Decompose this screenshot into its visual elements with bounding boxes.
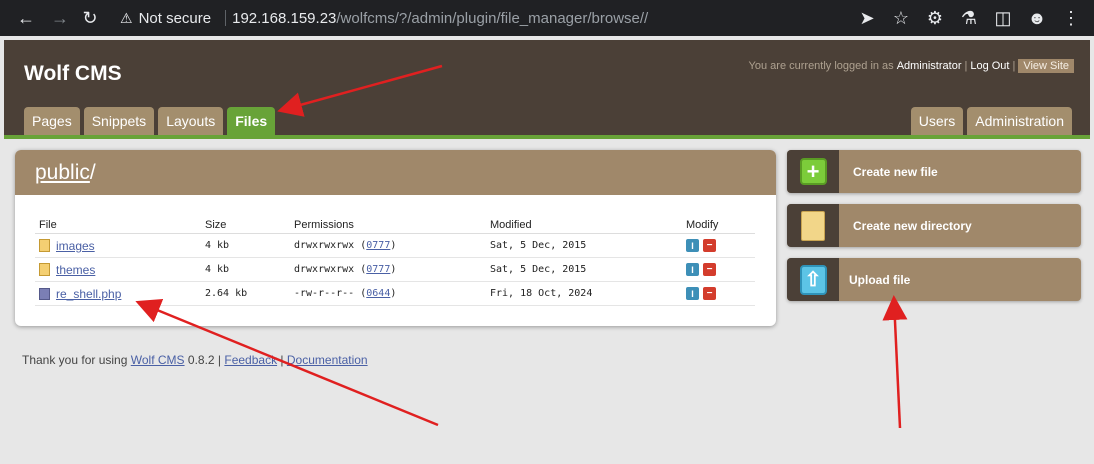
file-link[interactable]: images (56, 239, 95, 253)
file-link[interactable]: re_shell.php (56, 287, 121, 301)
upload-file-button[interactable]: ⇧ Upload file (787, 258, 1081, 301)
footer-prefix: Thank you for using (22, 353, 128, 367)
col-size: Size (201, 216, 290, 234)
tab-pages[interactable]: Pages (24, 107, 80, 135)
file-perm: drwxrwxrwx (294, 240, 355, 251)
back-arrow-icon[interactable]: ← (12, 4, 40, 32)
breadcrumb-public[interactable]: public (35, 161, 90, 185)
breadcrumb-separator: / (89, 160, 96, 184)
site-logo[interactable]: Wolf CMS (24, 62, 122, 86)
table-row: re_shell.php 2.64 kb -rw-r--r-- (0644) F… (35, 281, 755, 306)
file-modified: Sat, 5 Dec, 2015 (486, 233, 682, 258)
chmod-link[interactable]: 0644 (366, 288, 390, 299)
url-host: 192.168.159.23 (232, 9, 337, 27)
rename-icon[interactable]: I (686, 263, 699, 276)
warning-triangle-icon: ⚠ (120, 9, 133, 26)
view-site-button[interactable]: View Site (1018, 59, 1074, 73)
arrow-to-upload (882, 295, 908, 429)
tab-administration[interactable]: Administration (967, 107, 1072, 135)
feedback-link[interactable]: Feedback (224, 353, 277, 367)
col-permissions: Permissions (290, 216, 486, 234)
wolfcms-link[interactable]: Wolf CMS (131, 353, 185, 367)
table-header-row: File Size Permissions Modified Modify (35, 216, 755, 234)
forward-arrow-icon[interactable]: → (46, 4, 74, 32)
folder-icon (39, 239, 50, 252)
php-file-icon (39, 287, 50, 300)
chmod-link[interactable]: 0777 (366, 264, 390, 275)
tab-users[interactable]: Users (910, 107, 964, 135)
col-file: File (35, 216, 201, 234)
footer: Thank you for using Wolf CMS 0.8.2 | Fee… (22, 353, 368, 367)
folder-icon (39, 263, 50, 276)
login-prefix: You are currently logged in as (748, 60, 894, 72)
side-panel-icon[interactable]: ◫ (988, 4, 1018, 32)
icon-frame (787, 204, 839, 247)
breadcrumb: public / (15, 150, 776, 195)
icon-frame: + (787, 150, 839, 193)
folder-icon (801, 210, 825, 241)
tab-snippets[interactable]: Snippets (83, 107, 155, 135)
file-perm: drwxrwxrwx (294, 264, 355, 275)
menu-kebab-icon[interactable]: ⋮ (1056, 4, 1086, 32)
browser-actions: ➤ ☆ ⚙ ⚗ ◫ ☻ ⋮ (852, 4, 1086, 32)
extensions-icon[interactable]: ⚙ (920, 4, 950, 32)
file-perm: -rw-r--r-- (294, 288, 355, 299)
file-link[interactable]: themes (56, 263, 95, 277)
upload-arrow-icon: ⇧ (799, 264, 827, 295)
file-browser-panel: public / File Size Permissions Modified M… (15, 150, 776, 326)
tab-files[interactable]: Files (227, 107, 276, 135)
security-label: Not secure (138, 9, 212, 27)
logout-link[interactable]: Log Out (970, 60, 1009, 72)
rename-icon[interactable]: I (686, 239, 699, 252)
header-underline (4, 135, 1090, 139)
reload-icon[interactable]: ↻ (76, 4, 104, 32)
footer-separator: | (280, 353, 284, 367)
table-row: images 4 kb drwxrwxrwx (0777) Sat, 5 Dec… (35, 233, 755, 258)
pipe-separator: | (1012, 60, 1016, 72)
table-row: themes 4 kb drwxrwxrwx (0777) Sat, 5 Dec… (35, 257, 755, 282)
tab-layouts[interactable]: Layouts (158, 107, 224, 135)
admin-tabs: Users Administration (910, 107, 1072, 135)
footer-version: 0.8.2 | (187, 353, 222, 367)
delete-icon[interactable]: − (703, 287, 716, 300)
profile-icon[interactable]: ☻ (1022, 4, 1052, 32)
bookmark-star-icon[interactable]: ☆ (886, 4, 916, 32)
file-size: 4 kb (201, 257, 290, 282)
file-modified: Sat, 5 Dec, 2015 (486, 257, 682, 282)
security-indicator[interactable]: ⚠ Not secure (112, 10, 219, 27)
upload-file-label: Upload file (849, 272, 911, 287)
create-file-button[interactable]: + Create new file (787, 150, 1081, 193)
file-size: 2.64 kb (201, 281, 290, 306)
documentation-link[interactable]: Documentation (287, 353, 368, 367)
icon-frame: ⇧ (787, 258, 839, 301)
file-size: 4 kb (201, 233, 290, 258)
login-info: You are currently logged in as Administr… (749, 59, 1074, 73)
browser-toolbar: ← → ↻ ⚠ Not secure 192.168.159.23/wolfcm… (0, 0, 1094, 36)
rename-icon[interactable]: I (686, 287, 699, 300)
delete-icon[interactable]: − (703, 239, 716, 252)
username-link[interactable]: Administrator (897, 60, 962, 72)
create-file-label: Create new file (853, 164, 938, 179)
col-modify: Modify (682, 216, 755, 234)
flask-icon[interactable]: ⚗ (954, 4, 984, 32)
create-directory-label: Create new directory (853, 218, 972, 233)
pipe-separator: | (964, 60, 968, 72)
plus-icon: + (799, 158, 827, 185)
main-tabs: Pages Snippets Layouts Files (24, 107, 276, 135)
create-directory-button[interactable]: Create new directory (787, 204, 1081, 247)
address-bar[interactable]: ⚠ Not secure 192.168.159.23/wolfcms/?/ad… (112, 4, 924, 32)
file-table: File Size Permissions Modified Modify im… (35, 216, 755, 306)
chmod-link[interactable]: 0777 (366, 240, 390, 251)
send-tab-icon[interactable]: ➤ (852, 4, 882, 32)
col-modified: Modified (486, 216, 682, 234)
delete-icon[interactable]: − (703, 263, 716, 276)
url-path: /wolfcms/?/admin/plugin/file_manager/bro… (336, 9, 649, 27)
file-modified: Fri, 18 Oct, 2024 (486, 281, 682, 306)
omnibox-divider (225, 10, 227, 26)
cms-header: Wolf CMS You are currently logged in as … (4, 40, 1090, 135)
